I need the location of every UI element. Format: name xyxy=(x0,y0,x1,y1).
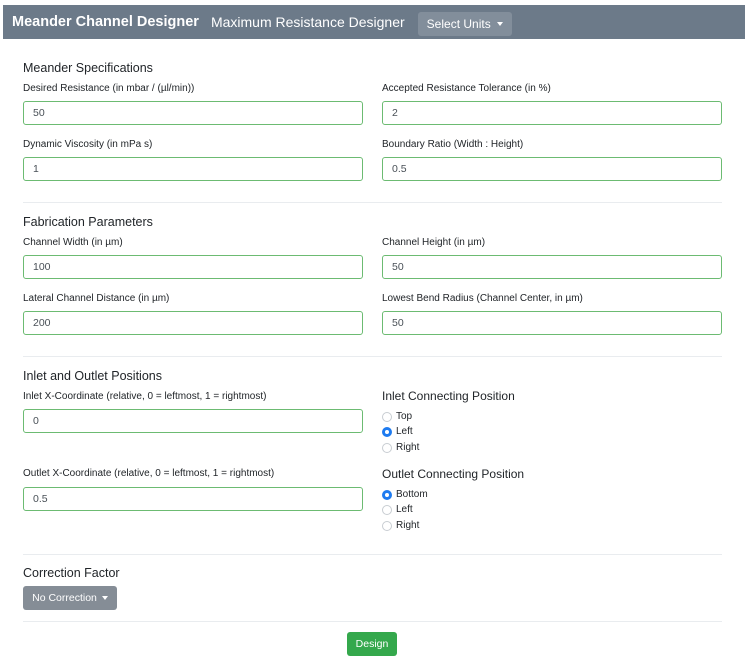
desired-resistance-label: Desired Resistance (in mbar / (µl/min)) xyxy=(23,83,195,94)
viscosity-label: Dynamic Viscosity (in mPa s) xyxy=(23,139,153,150)
outlet-radio-bottom-label: Bottom xyxy=(396,489,428,500)
design-button[interactable]: Design xyxy=(347,632,397,656)
section-title-fabrication: Fabrication Parameters xyxy=(23,215,153,229)
tolerance-input[interactable]: 2 xyxy=(382,101,722,125)
inlet-connecting-title: Inlet Connecting Position xyxy=(382,389,515,403)
section-title-meander: Meander Specifications xyxy=(23,61,153,75)
inlet-radio-right[interactable]: Right xyxy=(382,442,419,453)
select-units-dropdown[interactable]: Select Units xyxy=(417,12,512,36)
outlet-x-input[interactable]: 0.5 xyxy=(23,487,363,511)
inlet-x-label: Inlet X-Coordinate (relative, 0 = leftmo… xyxy=(23,391,267,402)
correction-factor-label: No Correction xyxy=(32,592,97,604)
channel-width-label: Channel Width (in µm) xyxy=(23,237,123,248)
bend-radius-label: Lowest Bend Radius (Channel Center, in µ… xyxy=(382,293,583,304)
tolerance-label: Accepted Resistance Tolerance (in %) xyxy=(382,83,551,94)
radio-checked-icon xyxy=(382,426,392,437)
inlet-radio-left-label: Left xyxy=(396,426,413,437)
caret-down-icon xyxy=(496,22,503,26)
bend-radius-input[interactable]: 50 xyxy=(382,311,722,335)
inlet-radio-top-label: Top xyxy=(396,411,413,422)
correction-factor-dropdown[interactable]: No Correction xyxy=(23,586,117,610)
outlet-radio-right[interactable]: Right xyxy=(382,520,419,531)
divider xyxy=(23,202,722,203)
section-title-correction: Correction Factor xyxy=(23,566,120,580)
boundary-ratio-input[interactable]: 0.5 xyxy=(382,157,722,181)
divider xyxy=(23,554,722,555)
caret-down-icon xyxy=(101,596,108,600)
nav-link-maximum-resistance[interactable]: Maximum Resistance Designer xyxy=(211,14,405,30)
radio-unchecked-icon xyxy=(382,411,392,422)
select-units-label: Select Units xyxy=(426,17,491,31)
viscosity-input[interactable]: 1 xyxy=(23,157,363,181)
radio-checked-icon xyxy=(382,489,392,500)
radio-unchecked-icon xyxy=(382,520,392,531)
channel-height-input[interactable]: 50 xyxy=(382,255,722,279)
outlet-radio-left[interactable]: Left xyxy=(382,504,413,515)
navbar-brand[interactable]: Meander Channel Designer xyxy=(12,14,199,30)
outlet-x-label: Outlet X-Coordinate (relative, 0 = leftm… xyxy=(23,468,275,479)
channel-height-label: Channel Height (in µm) xyxy=(382,237,486,248)
channel-width-input[interactable]: 100 xyxy=(23,255,363,279)
outlet-connecting-title: Outlet Connecting Position xyxy=(382,467,525,481)
outlet-radio-left-label: Left xyxy=(396,504,413,515)
inlet-radio-left[interactable]: Left xyxy=(382,426,413,437)
lateral-distance-label: Lateral Channel Distance (in µm) xyxy=(23,293,170,304)
boundary-ratio-label: Boundary Ratio (Width : Height) xyxy=(382,139,524,150)
radio-unchecked-icon xyxy=(382,442,392,453)
inlet-radio-right-label: Right xyxy=(396,442,420,453)
lateral-distance-input[interactable]: 200 xyxy=(23,311,363,335)
outlet-radio-right-label: Right xyxy=(396,520,420,531)
divider xyxy=(23,356,722,357)
navbar: Meander Channel Designer Maximum Resista… xyxy=(3,5,745,39)
divider xyxy=(23,621,722,622)
inlet-radio-top[interactable]: Top xyxy=(382,411,412,422)
inlet-x-input[interactable]: 0 xyxy=(23,409,363,433)
section-title-positions: Inlet and Outlet Positions xyxy=(23,369,162,383)
radio-unchecked-icon xyxy=(382,504,392,515)
outlet-radio-bottom[interactable]: Bottom xyxy=(382,489,428,500)
desired-resistance-input[interactable]: 50 xyxy=(23,101,363,125)
